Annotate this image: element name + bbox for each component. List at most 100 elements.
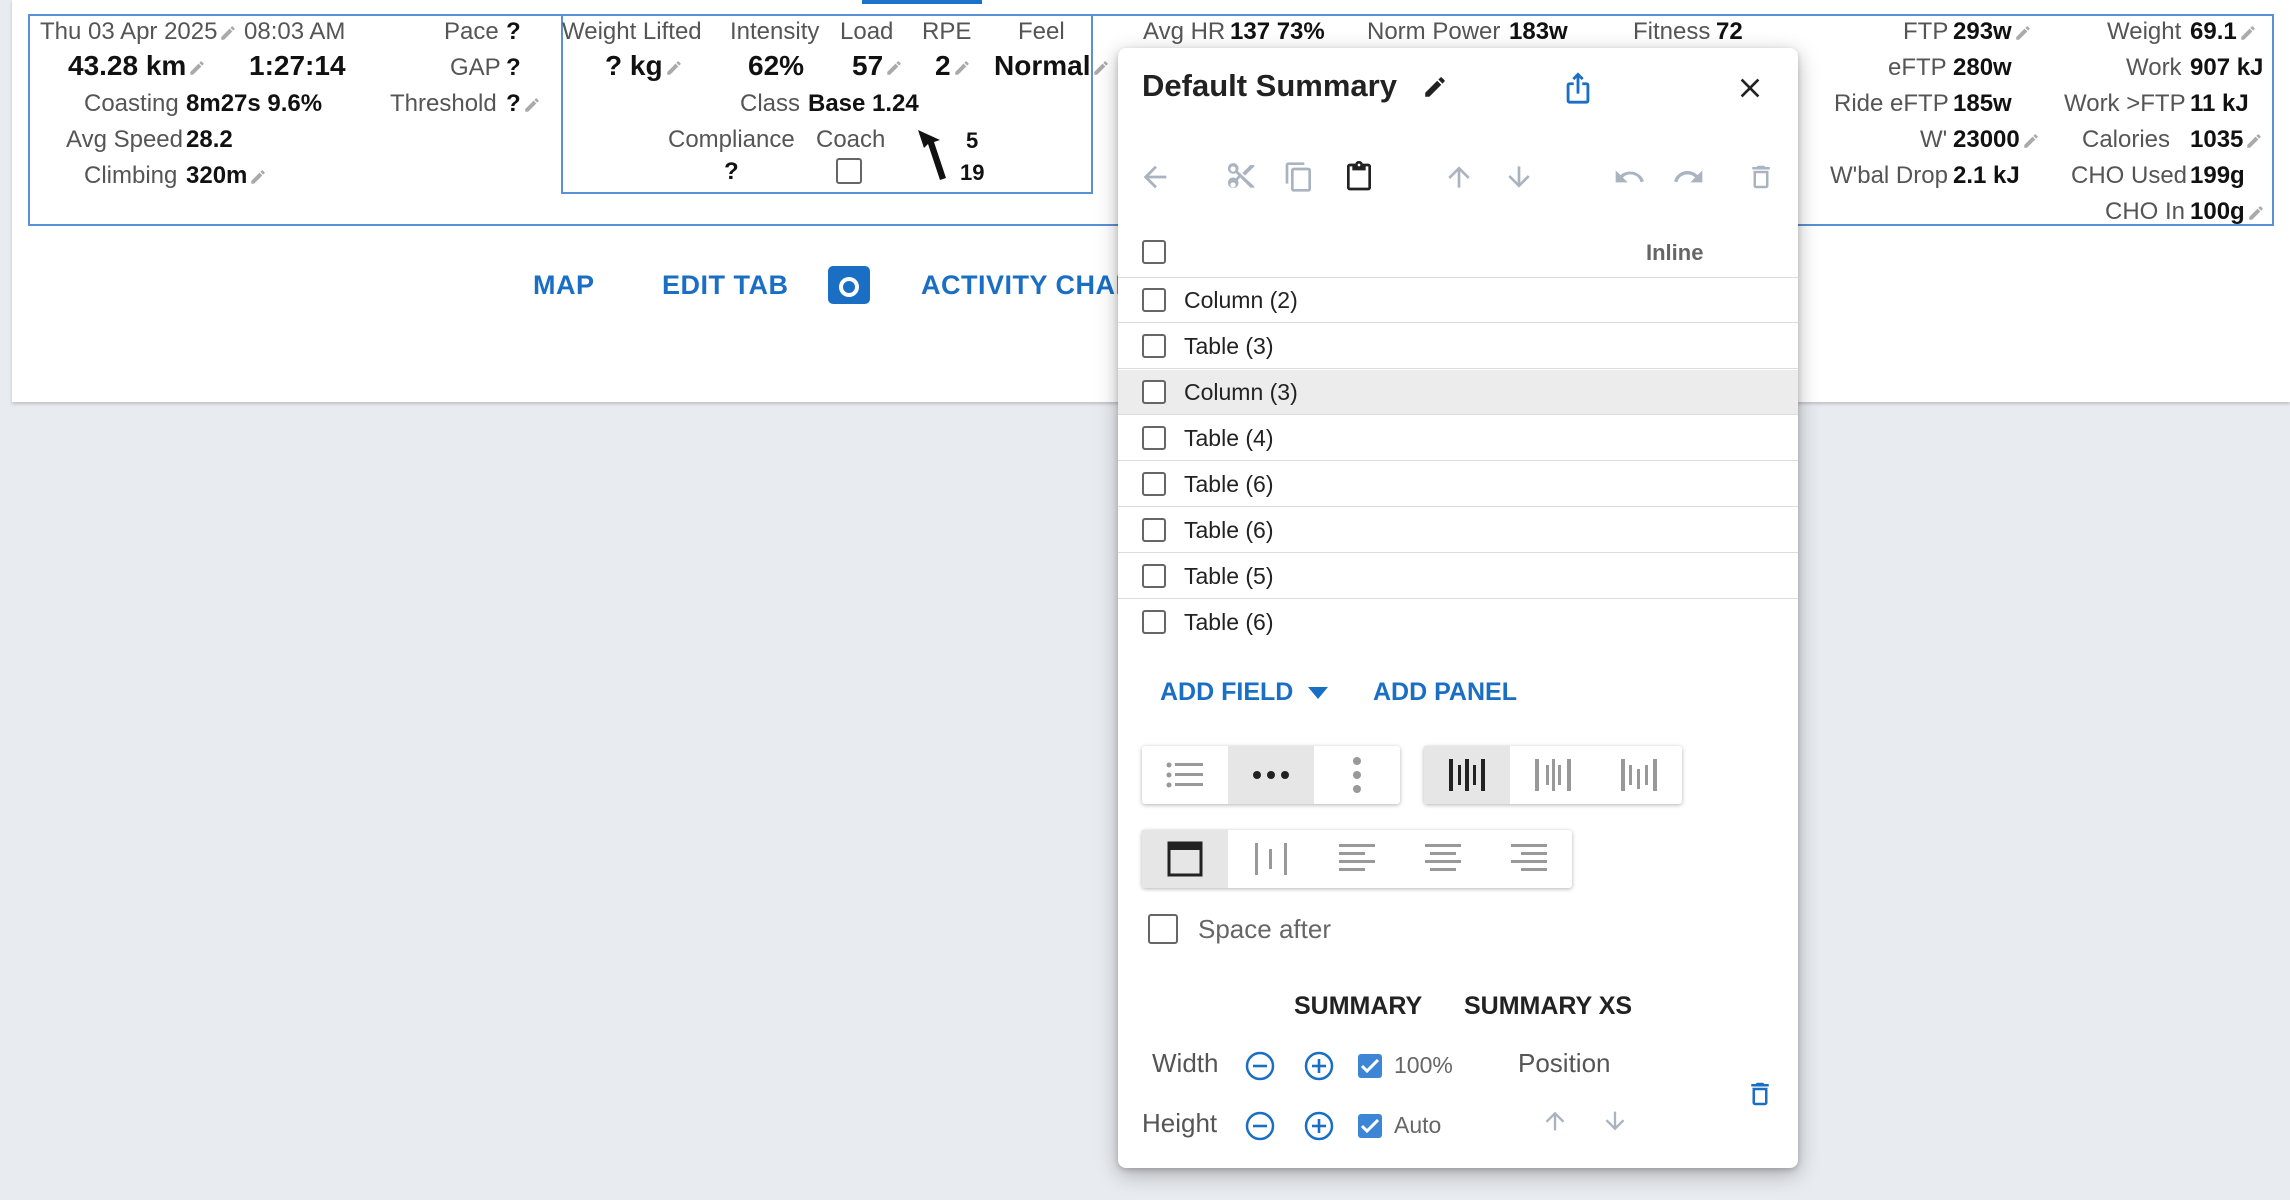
undo-icon[interactable] [1608, 156, 1650, 198]
align-left-icon[interactable] [1314, 830, 1400, 888]
ftp-value[interactable]: 293w [1953, 18, 2032, 46]
activity-time[interactable]: 08:03 AM [244, 18, 345, 46]
row-checkbox[interactable] [1142, 518, 1166, 542]
edit-title-pencil-icon[interactable] [1420, 72, 1450, 102]
edit-pencil-icon[interactable] [2014, 24, 2032, 42]
height-auto-checkbox[interactable] [1358, 1114, 1382, 1138]
tab-summary[interactable]: SUMMARY [1294, 992, 1422, 1021]
alignment-group[interactable] [1142, 830, 1572, 888]
mouse-cursor-icon [918, 130, 946, 180]
cho-in-value[interactable]: 100g [2190, 198, 2265, 226]
edit-pencil-icon[interactable] [188, 59, 206, 77]
list-item[interactable]: Table (4) [1118, 416, 1798, 461]
edit-pencil-icon[interactable] [2247, 204, 2265, 222]
move-down-icon[interactable] [1498, 156, 1540, 198]
share-icon[interactable] [1558, 68, 1598, 108]
list-item-label: Column (3) [1184, 379, 1298, 405]
border-box-icon[interactable] [1142, 830, 1228, 888]
tab-summary-xs[interactable]: SUMMARY XS [1464, 992, 1632, 1021]
vertical-dots-icon[interactable] [1314, 746, 1400, 804]
list-layout-icon[interactable] [1142, 746, 1228, 804]
move-up-icon[interactable] [1438, 156, 1480, 198]
norm-power-label: Norm Power [1367, 18, 1501, 45]
cut-icon[interactable] [1220, 156, 1262, 198]
weight-lifted-value[interactable]: ? kg [605, 50, 683, 82]
row-checkbox[interactable] [1142, 380, 1166, 404]
row-checkbox[interactable] [1142, 334, 1166, 358]
tab-edit-tab[interactable]: EDIT TAB [662, 270, 789, 301]
edit-pencil-icon[interactable] [2022, 132, 2040, 150]
edit-pencil-icon[interactable] [885, 59, 903, 77]
column-spacing-group[interactable] [1424, 746, 1682, 804]
columns-tight-icon[interactable] [1424, 746, 1510, 804]
list-item[interactable]: Table (6) [1118, 600, 1798, 645]
width-increase-icon[interactable] [1303, 1050, 1335, 1082]
position-up-icon[interactable] [1538, 1104, 1572, 1138]
vertical-bars-icon[interactable] [1228, 830, 1314, 888]
wprime-value[interactable]: 23000 [1953, 126, 2040, 154]
row-checkbox[interactable] [1142, 610, 1166, 634]
copy-icon[interactable] [1278, 156, 1320, 198]
avg-hr-value: 137 73% [1230, 18, 1325, 45]
edit-pencil-icon[interactable] [1092, 59, 1110, 77]
rpe-value[interactable]: 2 [935, 50, 971, 82]
add-panel-button[interactable]: ADD PANEL [1373, 678, 1517, 707]
add-field-button[interactable]: ADD FIELD [1160, 678, 1329, 707]
feel-value[interactable]: Normal [994, 50, 1110, 82]
columns-spread-icon[interactable] [1596, 746, 1682, 804]
horizontal-dots-icon[interactable] [1228, 746, 1314, 804]
list-item[interactable]: Table (5) [1118, 554, 1798, 599]
redo-icon[interactable] [1668, 156, 1710, 198]
weight-value[interactable]: 69.1 [2190, 18, 2257, 46]
row-checkbox[interactable] [1142, 564, 1166, 588]
space-after-checkbox[interactable] [1148, 914, 1178, 944]
width-auto-checkbox[interactable] [1358, 1054, 1382, 1078]
list-item[interactable]: Column (2) [1118, 278, 1798, 323]
duration-value[interactable]: 1:27:14 [249, 50, 346, 82]
edit-pencil-icon[interactable] [665, 59, 683, 77]
height-increase-icon[interactable] [1303, 1110, 1335, 1142]
close-icon[interactable] [1730, 68, 1770, 108]
height-label: Height [1142, 1108, 1218, 1138]
camera-icon[interactable] [828, 266, 870, 304]
width-decrease-icon[interactable] [1244, 1050, 1276, 1082]
distance-value[interactable]: 43.28 km [68, 50, 206, 82]
calories-value[interactable]: 1035 [2190, 126, 2263, 154]
coach-checkbox[interactable] [836, 158, 862, 184]
avg-speed-label: Avg Speed [66, 126, 183, 153]
list-item[interactable]: Table (6) [1118, 462, 1798, 507]
delete-panel-icon[interactable] [1740, 1074, 1780, 1114]
list-item-selected[interactable]: Column (3) [1118, 370, 1798, 415]
delete-icon[interactable] [1740, 156, 1782, 198]
threshold-value[interactable]: ? [506, 90, 541, 118]
tab-map[interactable]: MAP [533, 270, 595, 301]
layout-style-group[interactable] [1142, 746, 1400, 804]
list-item[interactable]: Table (6) [1118, 508, 1798, 553]
rpe-label: RPE [922, 18, 972, 45]
row-checkbox[interactable] [1142, 472, 1166, 496]
coach-label: Coach [816, 126, 886, 153]
paste-icon[interactable] [1338, 156, 1380, 198]
edit-pencil-icon[interactable] [249, 168, 267, 186]
row-checkbox[interactable] [1142, 288, 1166, 312]
edit-pencil-icon[interactable] [219, 24, 237, 42]
back-arrow-icon[interactable] [1134, 156, 1176, 198]
columns-centered-icon[interactable] [1510, 746, 1596, 804]
list-item[interactable]: Table (3) [1118, 324, 1798, 369]
edit-pencil-icon[interactable] [953, 59, 971, 77]
edit-pencil-icon[interactable] [2239, 24, 2257, 42]
height-decrease-icon[interactable] [1244, 1110, 1276, 1142]
align-center-icon[interactable] [1400, 830, 1486, 888]
load-value[interactable]: 57 [852, 50, 903, 82]
align-right-icon[interactable] [1486, 830, 1572, 888]
select-all-checkbox[interactable] [1142, 240, 1166, 264]
climbing-value[interactable]: 320m [186, 162, 267, 190]
edit-pencil-icon[interactable] [523, 96, 541, 114]
position-down-icon[interactable] [1598, 1104, 1632, 1138]
cho-used-value: 199g [2190, 162, 2245, 189]
activity-date[interactable]: Thu 03 Apr 2025 [40, 18, 237, 46]
edit-pencil-icon[interactable] [2245, 132, 2263, 150]
row-checkbox[interactable] [1142, 426, 1166, 450]
tab-activity-chart[interactable]: ACTIVITY CHAR [921, 270, 1136, 301]
list-item-label: Table (4) [1184, 425, 1274, 451]
